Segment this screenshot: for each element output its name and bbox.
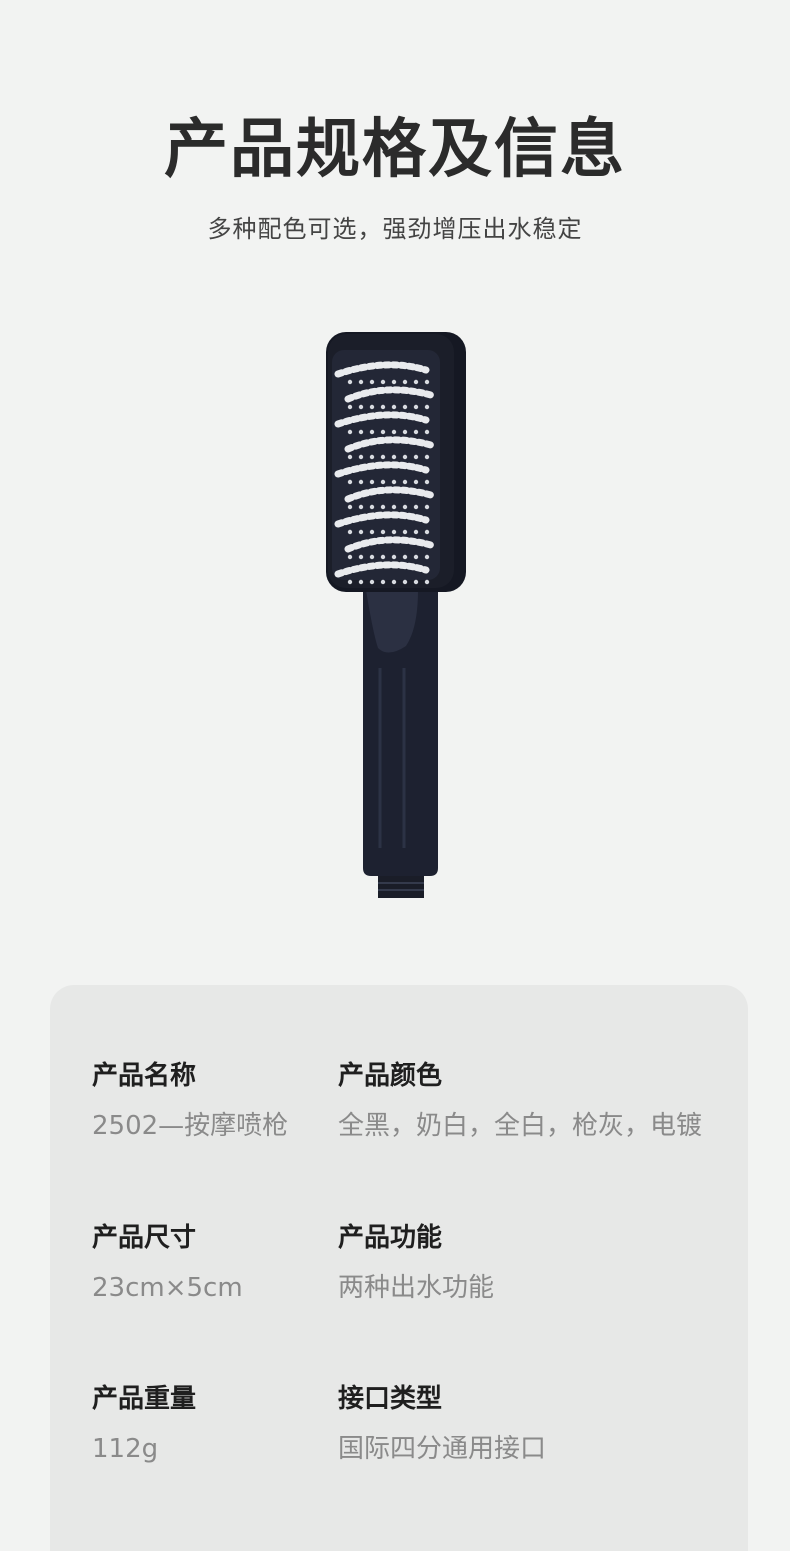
spec-label: 产品名称	[92, 1061, 197, 1091]
spec-product-color: 产品颜色 全黑，奶白，全白，枪灰，电镀	[338, 1058, 702, 1144]
spec-product-name: 产品名称 2502—按摩喷枪	[92, 1058, 288, 1144]
page-title: 产品规格及信息	[164, 113, 626, 187]
spec-label: 接口类型	[338, 1384, 443, 1414]
spec-connector-type: 接口类型 国际四分通用接口	[338, 1381, 546, 1467]
spec-label: 产品重量	[92, 1384, 197, 1414]
spec-value: 两种出水功能	[338, 1273, 495, 1303]
shower-head-icon	[318, 328, 478, 908]
spec-value: 2502—按摩喷枪	[92, 1111, 289, 1141]
spec-product-weight: 产品重量 112g	[92, 1381, 196, 1467]
spec-label: 产品尺寸	[92, 1223, 197, 1253]
spec-value: 112g	[92, 1434, 159, 1464]
spec-label: 产品颜色	[338, 1061, 443, 1091]
spec-label: 产品功能	[338, 1223, 443, 1253]
spec-product-function: 产品功能 两种出水功能	[338, 1220, 494, 1306]
spec-value: 国际四分通用接口	[338, 1434, 547, 1464]
page-subtitle: 多种配色可选，强劲增压出水稳定	[207, 215, 583, 243]
spec-product-size: 产品尺寸 23cm×5cm	[92, 1220, 243, 1306]
spec-value: 全黑，奶白，全白，枪灰，电镀	[338, 1111, 703, 1141]
spec-value: 23cm×5cm	[92, 1273, 243, 1303]
